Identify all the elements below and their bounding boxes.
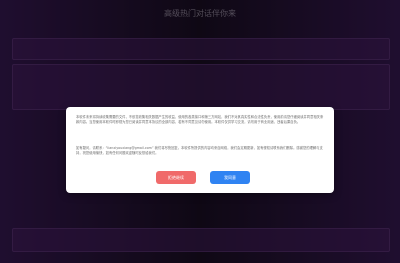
agree-button[interactable]: 我同意 [210,171,250,184]
agreement-text: 本软件未来将持续收集需要的文件，不依靠收集相关数据产生的收益，使用的各类接口和第… [76,115,324,125]
agreement-dialog: 本软件未来将持续收集需要的文件，不依靠收集相关数据产生的收益，使用的各类接口和第… [66,107,334,193]
reject-button[interactable]: 拒绝继续 [156,171,196,184]
contact-text: 如有疑问，请联系：“lianxiyouxiang@gmail.com” 我们将尽… [76,146,323,156]
